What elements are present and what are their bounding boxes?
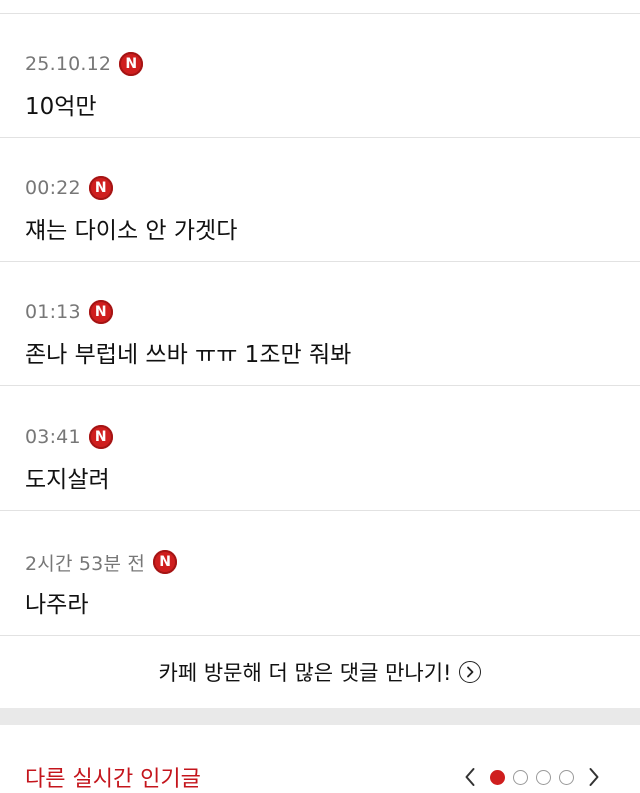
comment-time: 00:22 [25, 177, 81, 199]
chevron-left-icon[interactable] [460, 765, 480, 789]
pagination-dot[interactable] [559, 769, 574, 785]
comment-item: 25.10.12 N 10억만 [0, 14, 640, 138]
comment-time: 03:41 [25, 426, 81, 448]
new-badge-icon: N [88, 425, 113, 449]
carousel-pagination [460, 765, 604, 789]
comment-time: 25.10.12 [25, 53, 112, 75]
visit-cafe-more-comments-link[interactable]: 카페 방문해 더 많은 댓글 만나기! [0, 636, 640, 708]
chevron-right-circle-icon [459, 661, 482, 683]
comment-item: 00:22 N 쟤는 다이소 안 가겟다 [0, 138, 640, 262]
comment-time: 2시간 53분 전 [25, 552, 146, 575]
new-badge-icon: N [153, 550, 178, 574]
chevron-right-icon[interactable] [584, 765, 604, 789]
popular-posts-section: 다른 실시간 인기글 [0, 725, 640, 793]
comment-item: 03:41 N 도지살려 [0, 387, 640, 511]
comment-meta: 00:22 N [25, 175, 113, 201]
comment-text: 나주라 [25, 592, 89, 618]
more-comments-label: 카페 방문해 더 많은 댓글 만나기! [158, 661, 452, 685]
comment-page: 25.10.12 N 10억만 00:22 N 쟤는 다이소 안 가겟다 01:… [0, 0, 640, 793]
comment-text: 쟤는 다이소 안 가겟다 [25, 218, 238, 244]
comment-meta: 25.10.12 N [25, 51, 144, 77]
new-badge-icon: N [88, 300, 113, 324]
comment-text: 존나 부럽네 쓰바 ㅠㅠ 1조만 줘봐 [25, 342, 352, 368]
comment-meta: 2시간 53분 전 N [25, 549, 178, 575]
comment-meta: 03:41 N [25, 424, 113, 450]
section-separator [0, 708, 640, 725]
comment-text: 도지살려 [25, 467, 110, 493]
new-badge-icon: N [88, 176, 113, 200]
popular-posts-title: 다른 실시간 인기글 [25, 767, 201, 792]
comment-text: 10억만 [25, 94, 97, 120]
comment-time: 01:13 [25, 301, 81, 323]
comment-item: 01:13 N 존나 부럽네 쓰바 ㅠㅠ 1조만 줘봐 [0, 262, 640, 386]
new-badge-icon: N [119, 52, 144, 76]
pagination-dot[interactable] [536, 769, 551, 785]
comment-item: 2시간 53분 전 N 나주라 [0, 512, 640, 636]
pagination-dot[interactable] [490, 769, 505, 785]
comment-meta: 01:13 N [25, 299, 113, 325]
pagination-dot[interactable] [513, 769, 528, 785]
